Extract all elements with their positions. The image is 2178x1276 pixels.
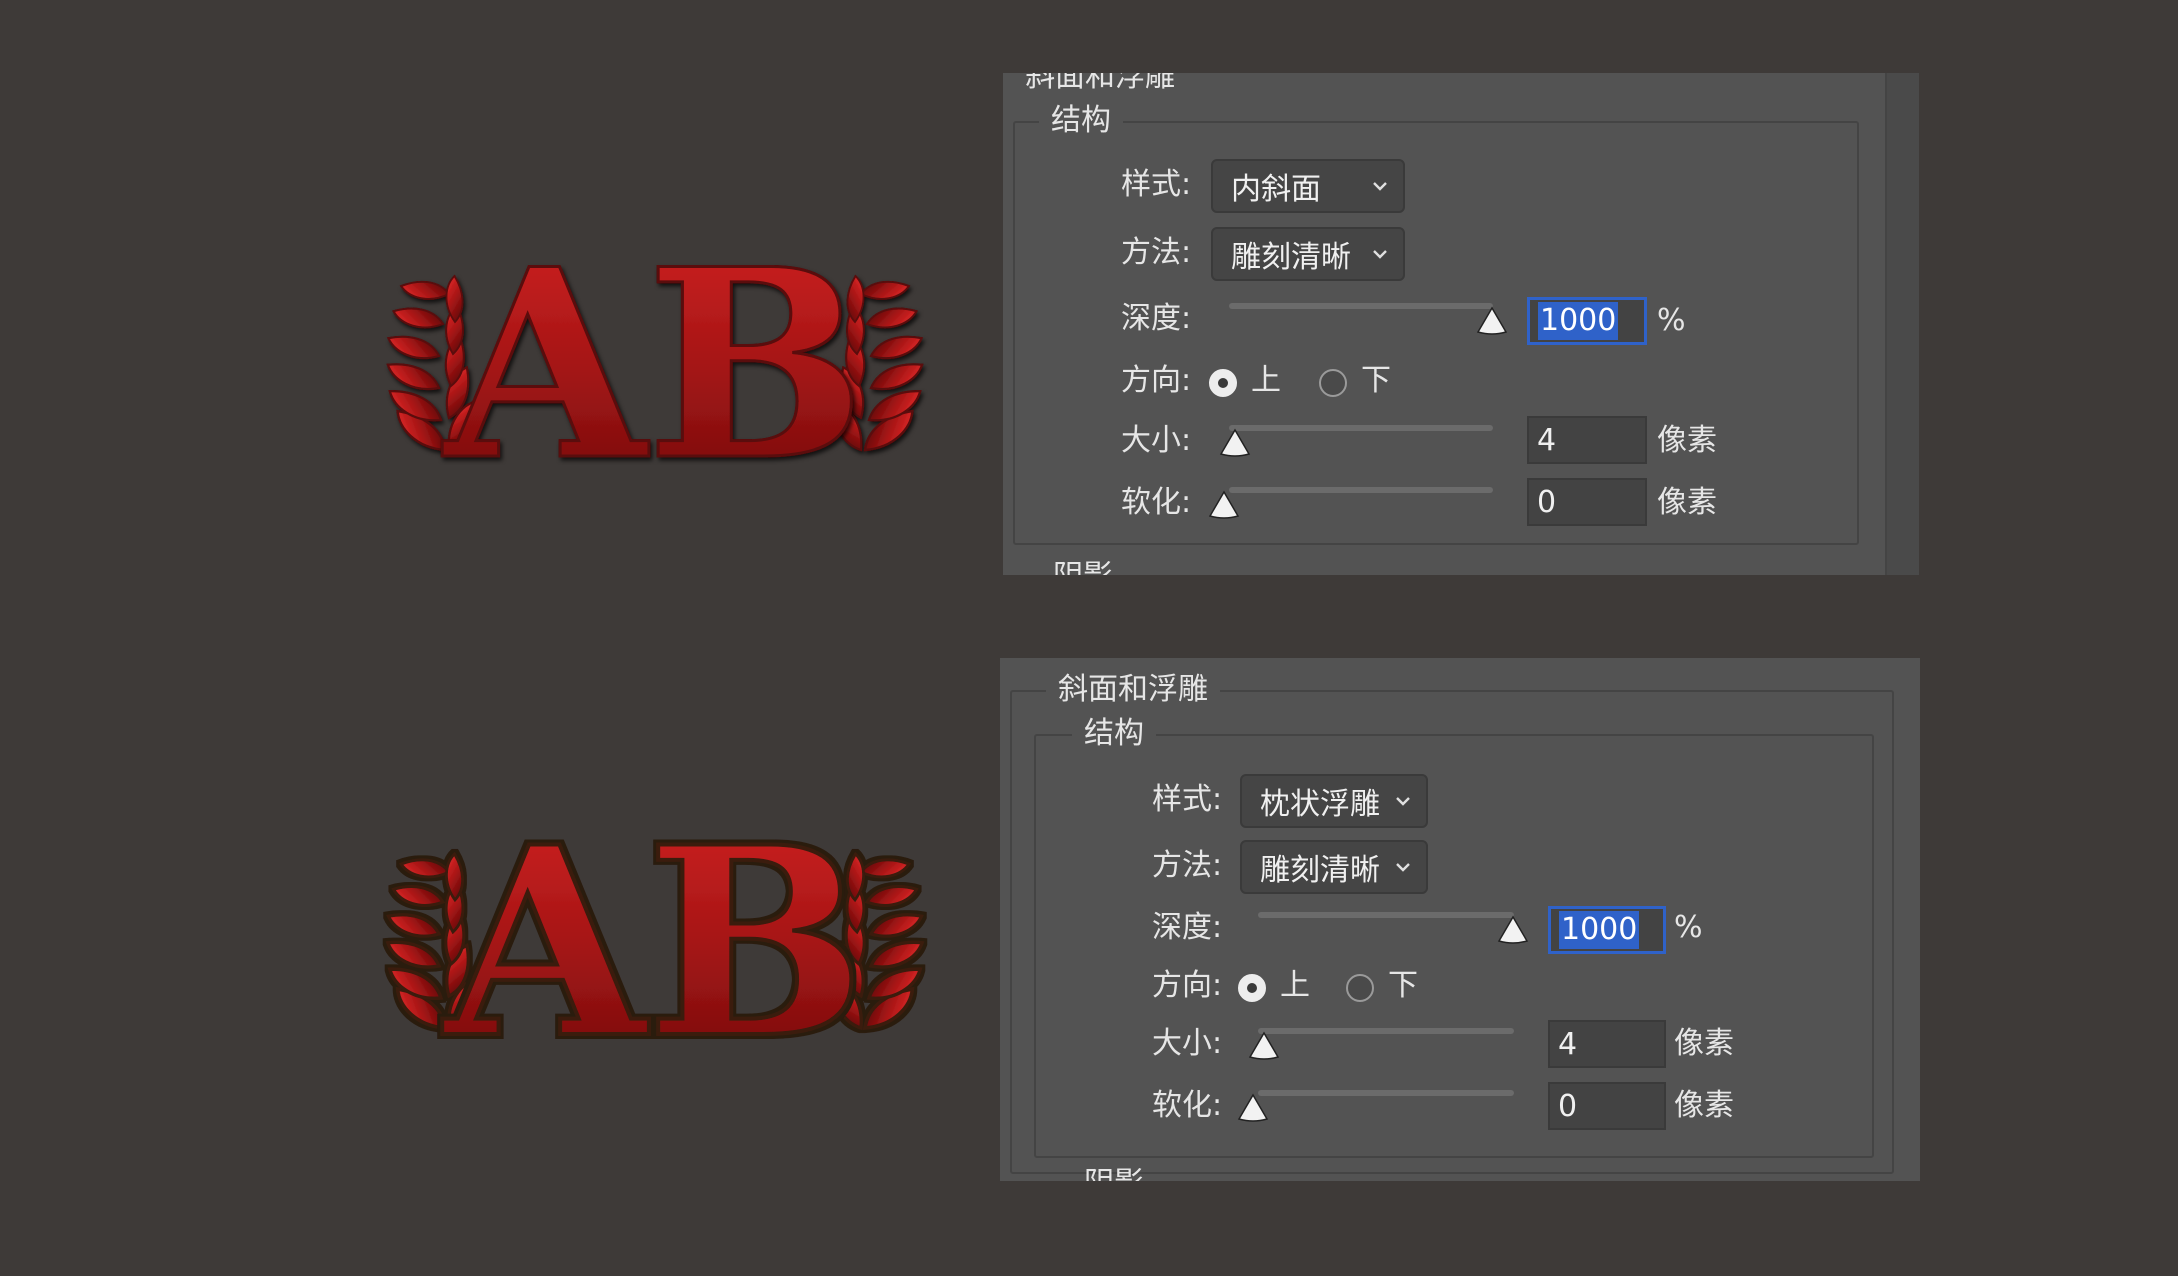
direction-up-label: 上 [1251, 363, 1281, 398]
direction-down-label: 下 [1361, 363, 1391, 398]
direction-down-radio[interactable] [1319, 369, 1347, 397]
depth-unit: % [1657, 303, 1686, 338]
size-slider-track[interactable] [1229, 425, 1493, 431]
logo-pillow-emboss: AB [355, 778, 955, 1098]
chevron-down-icon [1396, 863, 1410, 872]
technique-label: 方法: [1121, 235, 1192, 270]
size-label: 大小: [1121, 423, 1192, 458]
size-label: 大小: [1152, 1026, 1223, 1061]
soften-input[interactable]: 0 [1527, 478, 1647, 526]
technique-select[interactable]: 雕刻清晰 [1240, 840, 1428, 894]
depth-value: 1000 [1538, 302, 1619, 340]
next-section-label: 阴影 [1053, 559, 1113, 575]
depth-input[interactable]: 1000 [1548, 906, 1666, 954]
structure-group-title: 结构 [1072, 716, 1156, 752]
direction-up-radio[interactable] [1209, 369, 1237, 397]
depth-slider-track[interactable] [1258, 912, 1514, 918]
depth-unit: % [1674, 910, 1703, 945]
soften-label: 软化: [1121, 485, 1192, 520]
soften-slider-thumb[interactable] [1207, 490, 1241, 520]
technique-select[interactable]: 雕刻清晰 [1211, 227, 1405, 281]
depth-slider-thumb[interactable] [1496, 915, 1530, 945]
logo-inner-bevel-graphic: AB [385, 212, 925, 520]
panel-scrollbar[interactable] [1885, 73, 1919, 575]
structure-group-title: 结构 [1039, 103, 1123, 139]
size-slider-track[interactable] [1258, 1028, 1514, 1034]
style-label: 样式: [1121, 167, 1192, 202]
size-input[interactable]: 4 [1527, 416, 1647, 464]
style-select[interactable]: 枕状浮雕 [1240, 774, 1428, 828]
soften-unit: 像素 [1674, 1088, 1734, 1123]
soften-slider-thumb[interactable] [1236, 1093, 1270, 1123]
direction-label: 方向: [1152, 968, 1223, 1003]
depth-slider-thumb[interactable] [1475, 306, 1509, 336]
technique-label: 方法: [1152, 848, 1223, 883]
direction-down-radio[interactable] [1346, 974, 1374, 1002]
logo-text: AB [440, 213, 866, 518]
depth-slider-track[interactable] [1229, 303, 1493, 309]
depth-value: 1000 [1559, 911, 1640, 949]
style-label: 样式: [1152, 782, 1223, 817]
soften-value: 0 [1537, 484, 1557, 520]
logo-text: AB [440, 791, 866, 1096]
chevron-down-icon [1396, 797, 1410, 806]
next-section-label: 阴影 [1084, 1166, 1144, 1181]
direction-label: 方向: [1121, 363, 1192, 398]
soften-label: 软化: [1152, 1088, 1223, 1123]
style-select[interactable]: 内斜面 [1211, 159, 1405, 213]
chevron-down-icon [1373, 250, 1387, 259]
bevel-emboss-panel-2: 斜面和浮雕 结构 样式: 枕状浮雕 方法: 雕刻清晰 深度: 1000 % 方向… [1000, 658, 1920, 1181]
size-slider-thumb[interactable] [1247, 1031, 1281, 1061]
logo-pillow-emboss-graphic: AB [385, 789, 925, 1098]
depth-input[interactable]: 1000 [1527, 297, 1647, 345]
section-header: 斜面和浮雕 [1046, 672, 1220, 708]
bevel-emboss-panel-1: 斜面和浮雕 结构 样式: 内斜面 方法: 雕刻清晰 深度: 1000 % 方向:… [1003, 73, 1919, 575]
direction-up-radio[interactable] [1238, 974, 1266, 1002]
size-unit: 像素 [1657, 423, 1717, 458]
size-value: 4 [1558, 1026, 1578, 1062]
soften-unit: 像素 [1657, 485, 1717, 520]
depth-label: 深度: [1121, 301, 1192, 336]
technique-value: 雕刻清晰 [1260, 853, 1380, 888]
size-value: 4 [1537, 422, 1557, 458]
style-value: 枕状浮雕 [1260, 787, 1380, 822]
logo-inner-bevel: AB [355, 200, 955, 520]
direction-down-label: 下 [1388, 968, 1418, 1003]
size-slider-thumb[interactable] [1218, 428, 1252, 458]
soften-slider-track[interactable] [1229, 487, 1493, 493]
technique-value: 雕刻清晰 [1231, 240, 1351, 275]
direction-up-label: 上 [1280, 968, 1310, 1003]
depth-label: 深度: [1152, 910, 1223, 945]
section-header: 斜面和浮雕 [1025, 73, 1175, 94]
chevron-down-icon [1373, 182, 1387, 191]
soften-slider-track[interactable] [1258, 1090, 1514, 1096]
style-value: 内斜面 [1231, 172, 1321, 207]
size-input[interactable]: 4 [1548, 1020, 1666, 1068]
size-unit: 像素 [1674, 1026, 1734, 1061]
soften-value: 0 [1558, 1088, 1578, 1124]
soften-input[interactable]: 0 [1548, 1082, 1666, 1130]
